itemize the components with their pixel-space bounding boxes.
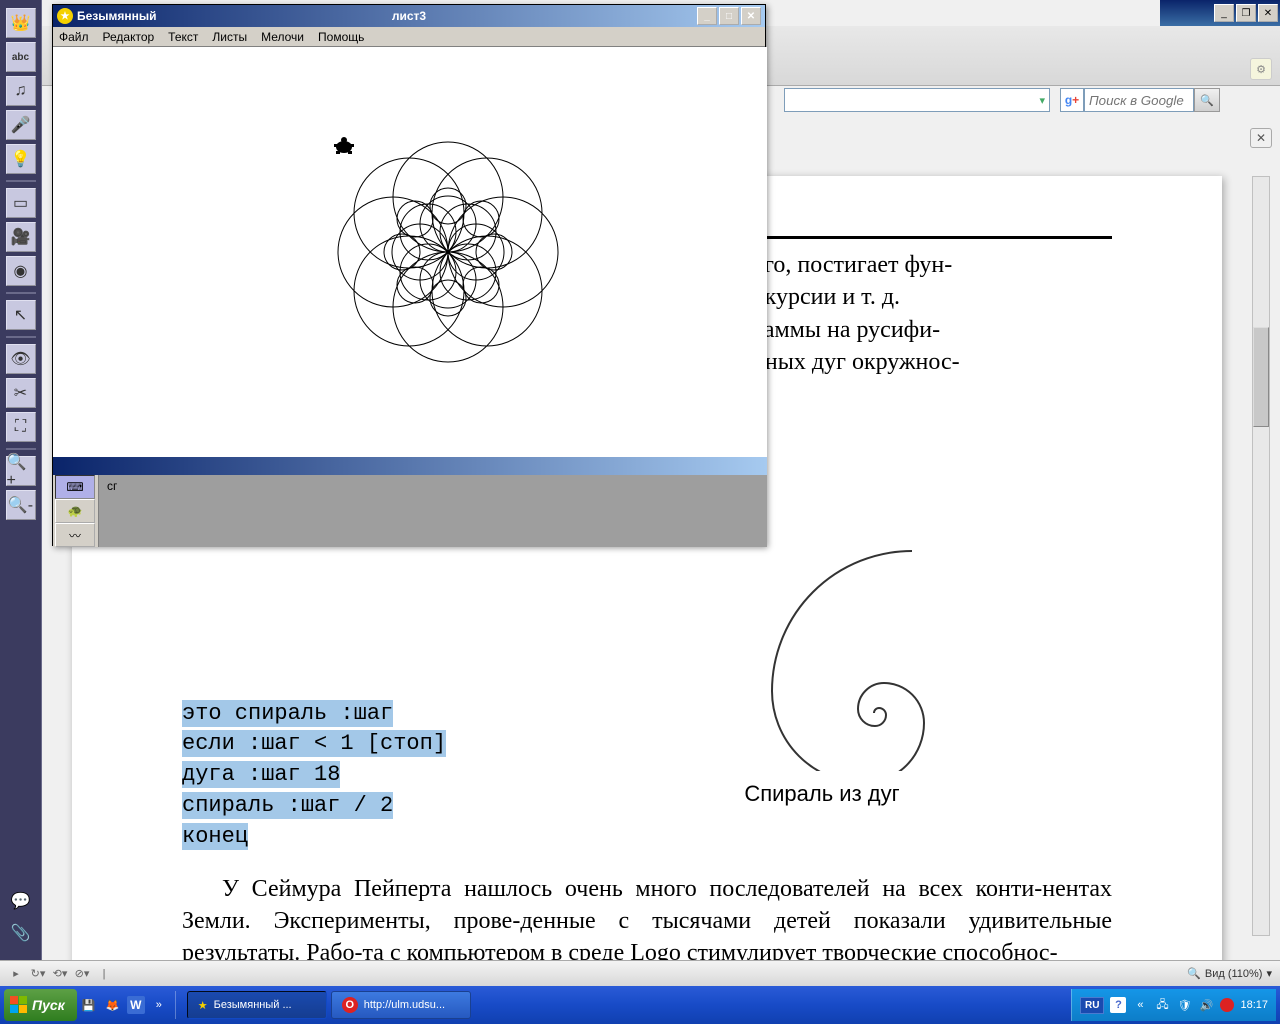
tray-volume-icon[interactable]: 🔊 — [1198, 997, 1214, 1013]
quicklaunch-word-icon[interactable]: W — [127, 996, 145, 1014]
menu-sheets[interactable]: Листы — [212, 30, 247, 44]
taskbar-item-app[interactable]: ★ Безымянный ... — [187, 991, 327, 1019]
turtle-tool-icon[interactable]: 👑 — [6, 8, 36, 38]
search-input[interactable] — [1084, 88, 1194, 112]
body-paragraph: У Сеймура Пейперта нашлось очень много п… — [182, 873, 1112, 960]
block-icon[interactable]: ⊘▾ — [74, 966, 90, 982]
scrollbar-thumb[interactable] — [1253, 327, 1269, 427]
separator — [6, 336, 36, 338]
app-canvas[interactable] — [53, 47, 767, 457]
tray-clock[interactable]: 18:17 — [1240, 999, 1268, 1011]
system-tray: RU ? « 🖧 🛡 🔊 18:17 — [1071, 989, 1276, 1021]
browser-maximize-button[interactable]: ❐ — [1236, 4, 1256, 22]
app-close-button[interactable]: ✕ — [741, 7, 761, 25]
menu-editor[interactable]: Редактор — [103, 30, 155, 44]
view-zoom-label[interactable]: Вид (110%) — [1205, 968, 1263, 980]
body-text-fragment: того, постигает фун- рекурсии и т. д. гр… — [742, 249, 1092, 379]
turtle-icon — [333, 137, 355, 155]
language-indicator[interactable]: RU — [1080, 997, 1104, 1014]
search-container: g+ 🔍 — [1060, 88, 1220, 112]
separator — [6, 180, 36, 182]
keyboard-tool-icon[interactable]: ⌨ — [55, 475, 95, 499]
play-icon[interactable]: ▸ — [8, 966, 24, 982]
google-icon[interactable]: g+ — [1060, 88, 1084, 112]
app-sheet-name: лист3 — [392, 9, 426, 23]
taskbar-separator — [175, 991, 181, 1019]
eye-tool-icon[interactable]: 👁 — [6, 344, 36, 374]
tray-info-icon[interactable]: ? — [1110, 997, 1126, 1013]
turtle-mini-icon[interactable]: 🐢 — [55, 499, 95, 523]
start-button[interactable]: Пуск — [4, 989, 77, 1021]
scissors-tool-icon[interactable]: ✂ — [6, 378, 36, 408]
menu-help[interactable]: Помощь — [318, 30, 364, 44]
app-menubar: Файл Редактор Текст Листы Мелочи Помощь — [53, 27, 765, 47]
app-title: Безымянный — [77, 9, 157, 23]
quicklaunch-firefox-icon[interactable]: 🦊 — [103, 995, 123, 1015]
dropdown-arrow-icon: ▾ — [1039, 94, 1045, 107]
tab-close-button[interactable]: ✕ — [1250, 128, 1272, 148]
logo-app-window: ★ Безымянный лист3 _ □ ✕ Файл Редактор Т… — [52, 4, 766, 546]
lamp-tool-icon[interactable]: 💡 — [6, 144, 36, 174]
separator — [6, 292, 36, 294]
tray-shield-icon[interactable]: 🛡 — [1176, 997, 1192, 1013]
quicklaunch-expand-icon[interactable]: » — [149, 995, 169, 1015]
browser-status-bar: ▸ ↻▾ ⟲▾ ⊘▾ | 🔍 Вид (110%) ▾ — [0, 960, 1280, 986]
music-tool-icon[interactable]: ♫ — [6, 76, 36, 106]
tray-network-icon[interactable]: 🖧 — [1154, 997, 1170, 1013]
tray-opera-icon[interactable] — [1220, 998, 1234, 1012]
zoom-out-tool-icon[interactable]: 🔍- — [6, 490, 36, 520]
browser-close-button[interactable]: ✕ — [1258, 4, 1278, 22]
rosette-drawing — [333, 137, 563, 367]
attachment-icon[interactable]: 📎 — [6, 918, 36, 948]
taskbar-item-browser[interactable]: O http://ulm.udsu... — [331, 991, 471, 1019]
menu-text[interactable]: Текст — [168, 30, 198, 44]
separator — [6, 448, 36, 450]
address-dropdown[interactable]: ▾ — [784, 88, 1050, 112]
disc-tool-icon[interactable]: ◉ — [6, 256, 36, 286]
refresh-icon[interactable]: ↻▾ — [30, 966, 46, 982]
slider-tool-icon[interactable]: ▭ — [6, 188, 36, 218]
tray-expand-icon[interactable]: « — [1132, 997, 1148, 1013]
browser-titlebar: _ ❐ ✕ — [1160, 0, 1280, 26]
chat-icon[interactable]: 💬 — [6, 886, 36, 916]
sync-icon[interactable]: ⟲▾ — [52, 966, 68, 982]
figure-caption: Спираль из дуг — [622, 781, 1022, 807]
app-minimize-button[interactable]: _ — [697, 7, 717, 25]
settings-icon[interactable]: ⚙ — [1250, 58, 1272, 80]
microphone-tool-icon[interactable]: 🎤 — [6, 110, 36, 140]
stamp-tool-icon[interactable]: ⛶ — [6, 412, 36, 442]
quicklaunch-save-icon[interactable]: 💾 — [79, 995, 99, 1015]
windows-logo-icon — [10, 996, 28, 1014]
app-maximize-button[interactable]: □ — [719, 7, 739, 25]
menu-misc[interactable]: Мелочи — [261, 30, 304, 44]
menu-file[interactable]: Файл — [59, 30, 89, 44]
browser-minimize-button[interactable]: _ — [1214, 4, 1234, 22]
app-bottom-panel: ⌨ 🐢 〰 сг — [53, 457, 767, 547]
task-opera-icon: O — [342, 997, 358, 1013]
task-app-icon: ★ — [198, 999, 208, 1012]
command-area[interactable]: сг — [99, 475, 125, 547]
zoom-dropdown-icon[interactable]: ▾ — [1266, 967, 1272, 980]
bottom-tool-palette: ⌨ 🐢 〰 — [53, 475, 99, 547]
wave-tool-icon[interactable]: 〰 — [55, 523, 95, 547]
vertical-scrollbar[interactable] — [1252, 176, 1270, 936]
zoom-icon[interactable]: 🔍 — [1187, 967, 1201, 980]
zoom-in-tool-icon[interactable]: 🔍+ — [6, 456, 36, 486]
app-icon: ★ — [57, 8, 73, 24]
sep-icon: | — [96, 966, 112, 982]
search-go-button[interactable]: 🔍 — [1194, 88, 1220, 112]
app-bottom-titlebar[interactable] — [53, 457, 767, 475]
app-titlebar[interactable]: ★ Безымянный лист3 _ □ ✕ — [53, 5, 765, 27]
pointer-tool-icon[interactable]: ↖ — [6, 300, 36, 330]
abc-tool-icon[interactable]: abc — [6, 42, 36, 72]
camera-tool-icon[interactable]: 🎥 — [6, 222, 36, 252]
left-toolbar: 👑 abc ♫ 🎤 💡 ▭ 🎥 ◉ ↖ 👁 ✂ ⛶ 🔍+ 🔍- 💬 📎 — [0, 0, 42, 960]
windows-taskbar: Пуск 💾 🦊 W » ★ Безымянный ... O http://u… — [0, 986, 1280, 1024]
